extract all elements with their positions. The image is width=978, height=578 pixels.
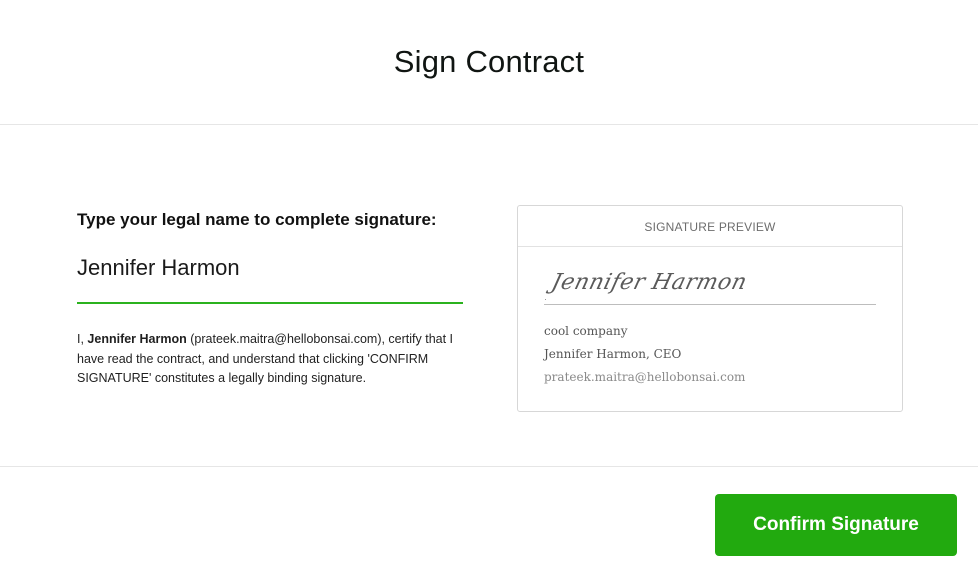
signature-script: Jennifer Harmon <box>548 270 750 295</box>
signature-meta: cool company Jennifer Harmon, CEO pratee… <box>544 320 745 389</box>
page-header: Sign Contract <box>0 0 978 125</box>
signature-line <box>544 304 876 305</box>
page-title: Sign Contract <box>393 44 585 79</box>
sign-contract-page: Sign Contract Type your legal name to co… <box>0 0 978 578</box>
legal-name-field[interactable] <box>77 250 463 304</box>
signature-form: Type your legal name to complete signatu… <box>77 210 463 385</box>
consent-prefix: I, <box>77 332 88 346</box>
name-prompt-label: Type your legal name to complete signatu… <box>77 210 437 229</box>
signature-preview-card: SIGNATURE PREVIEW · Jennifer Harmon cool… <box>517 205 903 412</box>
signature-dot: · <box>544 294 547 304</box>
consent-text: I, Jennifer Harmon (prateek.maitra@hello… <box>77 330 463 389</box>
signature-company: cool company <box>544 324 628 338</box>
confirm-signature-button[interactable]: Confirm Signature <box>715 494 957 556</box>
signature-preview-header: SIGNATURE PREVIEW <box>518 206 902 247</box>
footer-divider <box>0 466 978 467</box>
signature-name-title: Jennifer Harmon, CEO <box>544 347 682 361</box>
legal-name-input[interactable] <box>77 250 457 286</box>
signature-area: · Jennifer Harmon <box>544 270 876 306</box>
signature-email: prateek.maitra@hellobonsai.com <box>544 370 746 384</box>
consent-name: Jennifer Harmon <box>87 332 187 346</box>
